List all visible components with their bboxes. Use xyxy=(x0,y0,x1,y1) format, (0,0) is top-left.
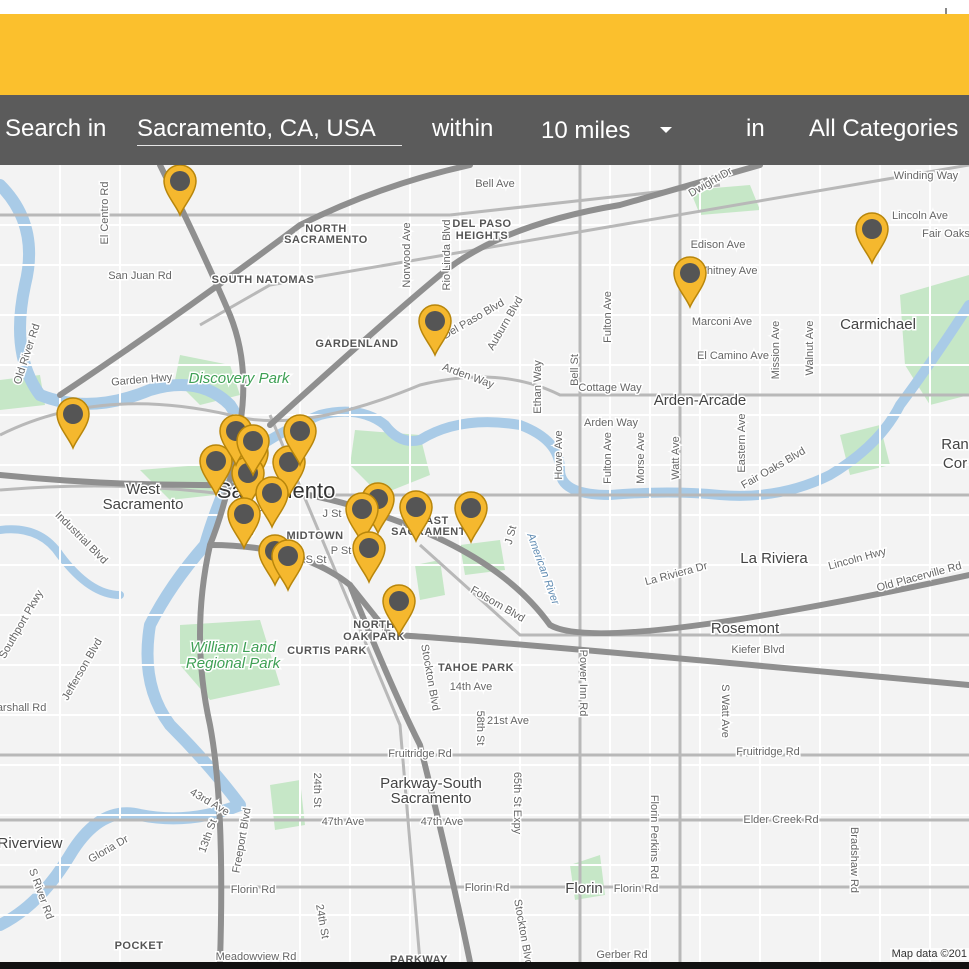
map-label-st: 14th Ave xyxy=(450,681,493,693)
map-label-hood: HEIGHTS xyxy=(456,230,508,242)
map-label-st: Edison Ave xyxy=(691,239,746,251)
map-label-city: Rosemont xyxy=(711,620,780,637)
map-label-st: Elder Creek Rd xyxy=(743,814,818,826)
map-label-st: Fulton Ave xyxy=(602,432,614,484)
map-label-st: 65th St Expy xyxy=(511,772,523,835)
map-label-st: Marconi Ave xyxy=(692,316,752,328)
map-label-st: Marshall Rd xyxy=(0,702,46,714)
map-label-city: Arden-Arcade xyxy=(654,392,747,409)
map-label-st: Lincoln Ave xyxy=(892,210,948,222)
map-label-st: Winding Way xyxy=(894,170,959,182)
map-label-hood: SACRAMENTO xyxy=(284,234,368,246)
map-label-st: Mission Ave xyxy=(770,321,782,380)
map-label-st: Bradshaw Rd xyxy=(848,827,860,893)
search-bar: Search in within 10 miles in All Categor… xyxy=(0,95,969,165)
map-label-st: Bell Ave xyxy=(475,178,515,190)
map-label-st: Rio Linda Blvd xyxy=(441,220,453,291)
map-label-park: Regional Park xyxy=(186,655,282,672)
map-label-park: William Land xyxy=(190,639,276,656)
map-label-st: Fair Oaks xyxy=(922,228,969,240)
map-canvas[interactable]: Bell Ave Dwight Dr Winding WayLincoln AveF… xyxy=(0,165,969,962)
map-label-st: Morse Ave xyxy=(635,432,647,484)
map-label-hood: GARDENLAND xyxy=(315,338,398,350)
map-label-city: Carmichael xyxy=(840,316,916,333)
map-label-city: Florin xyxy=(565,880,603,897)
map-label-st: P St xyxy=(331,545,352,557)
map-label-hood: CURTIS PARK xyxy=(287,645,367,657)
browser-top-strip xyxy=(0,0,969,16)
map-label-hood: TAHOE PARK xyxy=(438,662,514,674)
bottom-edge xyxy=(0,962,969,969)
map-label-st: Walnut Ave xyxy=(804,320,816,375)
map-label-st: Kiefer Blvd xyxy=(731,644,784,656)
map-label-st: Arden Way xyxy=(584,417,639,429)
radius-value: 10 miles xyxy=(541,117,631,144)
map-label-st: Norwood Ave xyxy=(401,222,413,287)
location-input[interactable] xyxy=(137,113,402,146)
map-label-st: Florin Rd xyxy=(231,884,276,896)
map-label-hood: PARKWAY xyxy=(390,954,448,962)
map-label-city: La Riviera xyxy=(740,550,808,567)
map-label-st: 47th Ave xyxy=(421,816,464,828)
map-label-st: Power Inn Rd xyxy=(577,650,589,717)
map-label-st: J St xyxy=(323,508,342,520)
map-label-st: 24th St xyxy=(311,773,323,808)
map-label-st: 21st Ave xyxy=(487,715,529,727)
map-label-city: Sacramento xyxy=(103,496,184,513)
map-attribution: Map data ©201 xyxy=(889,948,969,960)
map-label-city: Ran xyxy=(941,436,969,453)
map-label-st: Fruitridge Rd xyxy=(388,748,452,760)
chevron-down-icon xyxy=(660,127,672,133)
map-label-hood: POCKET xyxy=(115,940,164,952)
category-select[interactable]: All Categories xyxy=(809,115,958,143)
map-label-st: El Centro Rd xyxy=(99,182,111,245)
map-label-st: Florin Perkins Rd xyxy=(648,795,660,879)
map-label-hood: MIDTOWN xyxy=(286,530,343,542)
within-label: within xyxy=(432,115,494,142)
map-label-st: El Camino Ave xyxy=(697,350,769,362)
map-label-hood: NORTH xyxy=(353,619,395,631)
map-label-st: 58th St xyxy=(474,711,486,746)
map-label-city: Sacramento xyxy=(391,790,472,807)
map-view[interactable]: Bell Ave Dwight Dr Winding Way Lincoln Ave F… xyxy=(0,165,969,962)
map-label-st: 47th Ave xyxy=(322,816,365,828)
search-in-label: Search in xyxy=(5,115,107,142)
map-label-st: Meadowview Rd xyxy=(216,951,297,962)
map-label-city: Riverview xyxy=(0,835,63,852)
in-label: in xyxy=(746,115,765,142)
map-label-st: Fulton Ave xyxy=(602,291,614,343)
map-label-st: Gerber Rd xyxy=(596,949,647,961)
map-label-hood: OAK PARK xyxy=(343,631,405,643)
map-label-st: Ethan Way xyxy=(532,360,544,414)
map-label-hood: SOUTH NATOMAS xyxy=(212,274,315,286)
map-label-hood: DEL PASO xyxy=(452,218,511,230)
map-label-st: Cottage Way xyxy=(578,382,642,394)
radius-select[interactable]: 10 miles xyxy=(541,115,681,145)
map-label-st: Eastern Ave xyxy=(736,413,748,472)
map-label-st: Howe Ave xyxy=(553,430,565,479)
header-band xyxy=(0,14,969,95)
map-label-st: Watt Ave xyxy=(670,436,682,479)
map-label-st: San Juan Rd xyxy=(108,270,172,282)
map-label-st: Fruitridge Rd xyxy=(736,746,800,758)
map-label-st: Florin Rd xyxy=(614,883,659,895)
map-label-st: S Watt Ave xyxy=(719,684,731,738)
map-label-st: S St xyxy=(306,554,327,566)
map-label-st: Florin Rd xyxy=(465,882,510,894)
map-label-city: Cor xyxy=(943,455,967,472)
map-label-park: Discovery Park xyxy=(189,370,291,387)
